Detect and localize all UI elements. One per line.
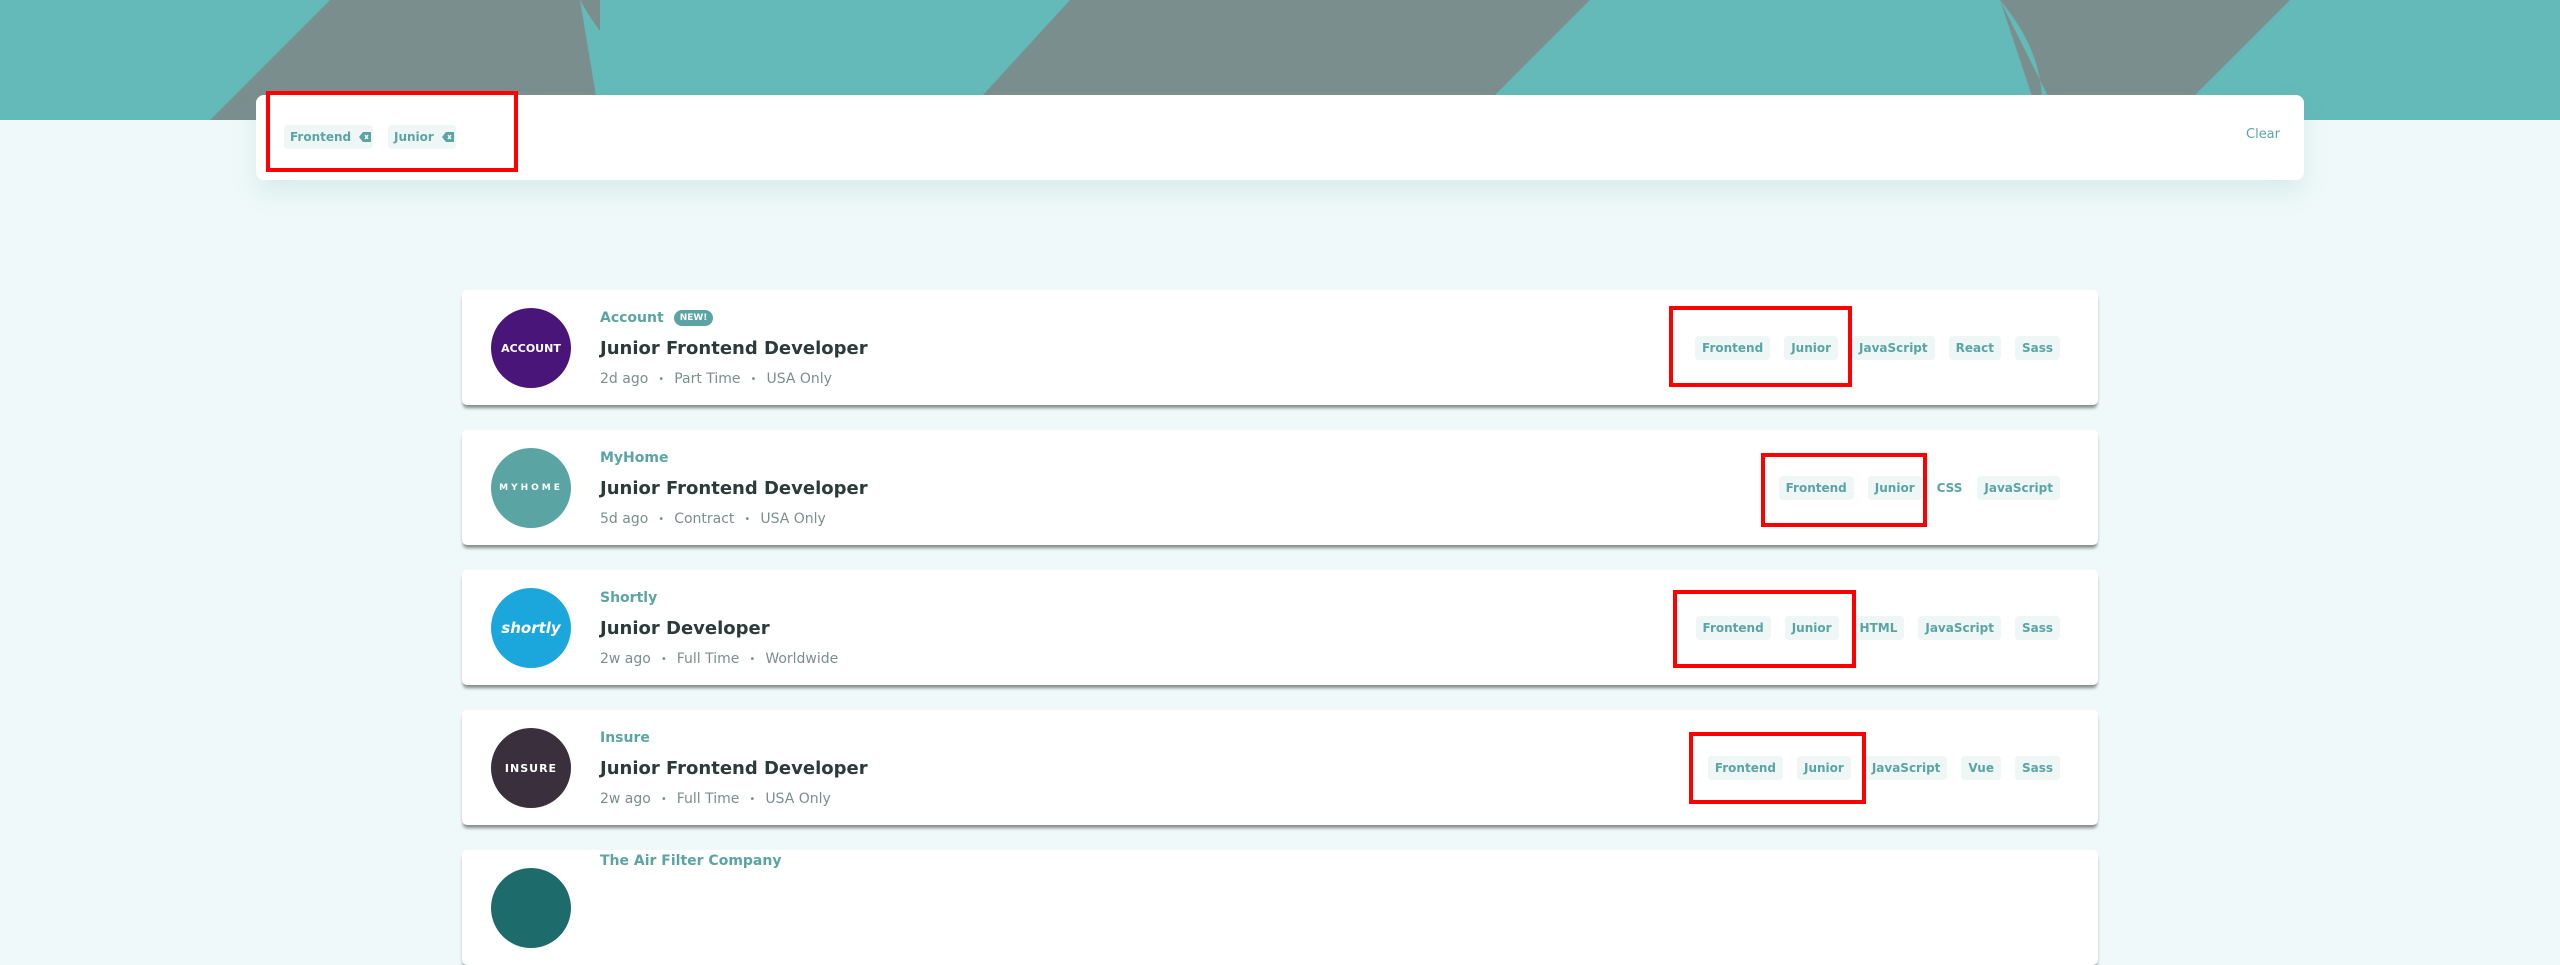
separator-dot: • (749, 653, 756, 665)
tag-frontend[interactable]: Frontend (1695, 336, 1771, 360)
company-label: Account (600, 310, 664, 326)
tag-javascript[interactable]: JavaScript (1977, 476, 2060, 500)
separator-dot: • (660, 793, 667, 805)
tag-junior[interactable]: Junior (1784, 616, 1839, 640)
job-tags: Frontend Junior JavaScript Vue Sass (1707, 756, 2060, 780)
job-card: INSURE Insure Junior Frontend Developer … (462, 710, 2098, 825)
logo-text: INSURE (504, 761, 558, 775)
company-name: The Air Filter Company (600, 853, 781, 869)
tag-vue[interactable]: Vue (1961, 756, 2001, 780)
company-label: The Air Filter Company (600, 853, 782, 869)
job-card: The Air Filter Company (462, 850, 2098, 965)
filter-bar: Frontend Junior Clear (256, 95, 2304, 180)
tag-html[interactable]: HTML (1852, 616, 1905, 640)
tag-javascript[interactable]: JavaScript (1852, 336, 1935, 360)
job-title[interactable]: Junior Developer (600, 618, 770, 639)
job-location: USA Only (760, 511, 826, 527)
tag-sass[interactable]: Sass (2014, 336, 2060, 360)
separator-dot: • (750, 373, 757, 385)
clear-button[interactable]: Clear (2246, 127, 2280, 142)
filter-chip-label: Junior (388, 125, 440, 149)
company-logo: INSURE (491, 728, 571, 808)
job-meta: 2w ago • Full Time • Worldwide (600, 651, 838, 667)
filter-chip-junior: Junior (388, 125, 456, 149)
company-label: Insure (600, 730, 650, 746)
job-meta: 5d ago • Contract • USA Only (600, 511, 826, 527)
logo-text: ACCOUNT (501, 341, 561, 355)
filter-chip-label: Frontend (284, 125, 358, 149)
separator-dot: • (658, 373, 665, 385)
tag-junior[interactable]: Junior (1796, 756, 1851, 780)
remove-icon[interactable] (439, 125, 456, 149)
separator-dot: • (744, 513, 751, 525)
posted-at: 2w ago (600, 791, 651, 807)
tag-frontend[interactable]: Frontend (1707, 756, 1783, 780)
tag-javascript[interactable]: JavaScript (1864, 756, 1948, 780)
tag-junior[interactable]: Junior (1867, 476, 1922, 500)
job-meta: 2d ago • Part Time • USA Only (600, 371, 832, 387)
company-logo: ACCOUNT (491, 308, 571, 388)
job-location: Worldwide (765, 651, 839, 667)
company-logo: shortly (491, 588, 571, 668)
company-logo (491, 868, 571, 948)
tag-sass[interactable]: Sass (2014, 756, 2060, 780)
job-title[interactable]: Junior Frontend Developer (600, 338, 868, 359)
job-title[interactable]: Junior Frontend Developer (600, 478, 868, 499)
job-card: shortly Shortly Junior Developer 2w ago … (462, 570, 2098, 685)
company-name: Shortly (600, 590, 657, 606)
job-meta: 2w ago • Full Time • USA Only (600, 791, 831, 807)
job-card: ACCOUNT Account NEW! Junior Frontend Dev… (462, 290, 2098, 405)
job-tags: Frontend Junior CSS JavaScript (1778, 476, 2060, 500)
contract-type: Contract (674, 511, 735, 527)
new-badge: NEW! (673, 310, 714, 326)
tag-frontend[interactable]: Frontend (1778, 476, 1854, 500)
tag-sass[interactable]: Sass (2014, 616, 2060, 640)
company-name: Account NEW! (600, 310, 714, 326)
separator-dot: • (660, 653, 667, 665)
separator-dot: • (658, 513, 665, 525)
posted-at: 5d ago (600, 511, 649, 527)
filter-chip-frontend: Frontend (284, 125, 374, 149)
tag-frontend[interactable]: Frontend (1695, 616, 1771, 640)
logo-text: shortly (501, 619, 561, 637)
logo-text: MYHOME (499, 483, 563, 493)
tag-react[interactable]: React (1948, 336, 2001, 360)
job-tags: Frontend Junior HTML JavaScript Sass (1695, 616, 2060, 640)
company-label: Shortly (600, 590, 658, 606)
company-name: Insure (600, 730, 650, 746)
company-logo: MYHOME (491, 448, 571, 528)
job-tags: Frontend Junior JavaScript React Sass (1695, 336, 2060, 360)
contract-type: Part Time (674, 371, 741, 387)
remove-icon[interactable] (357, 125, 374, 149)
company-name: MyHome (600, 450, 668, 466)
contract-type: Full Time (676, 791, 740, 807)
tag-junior[interactable]: Junior (1784, 336, 1839, 360)
job-location: USA Only (765, 791, 831, 807)
contract-type: Full Time (676, 651, 740, 667)
posted-at: 2d ago (600, 371, 649, 387)
separator-dot: • (749, 793, 756, 805)
tag-css[interactable]: CSS (1936, 476, 1964, 500)
posted-at: 2w ago (600, 651, 651, 667)
company-label: MyHome (600, 450, 669, 466)
tag-javascript[interactable]: JavaScript (1918, 616, 2001, 640)
job-location: USA Only (766, 371, 832, 387)
job-card: MYHOME MyHome Junior Frontend Developer … (462, 430, 2098, 545)
job-title[interactable]: Junior Frontend Developer (600, 758, 868, 779)
